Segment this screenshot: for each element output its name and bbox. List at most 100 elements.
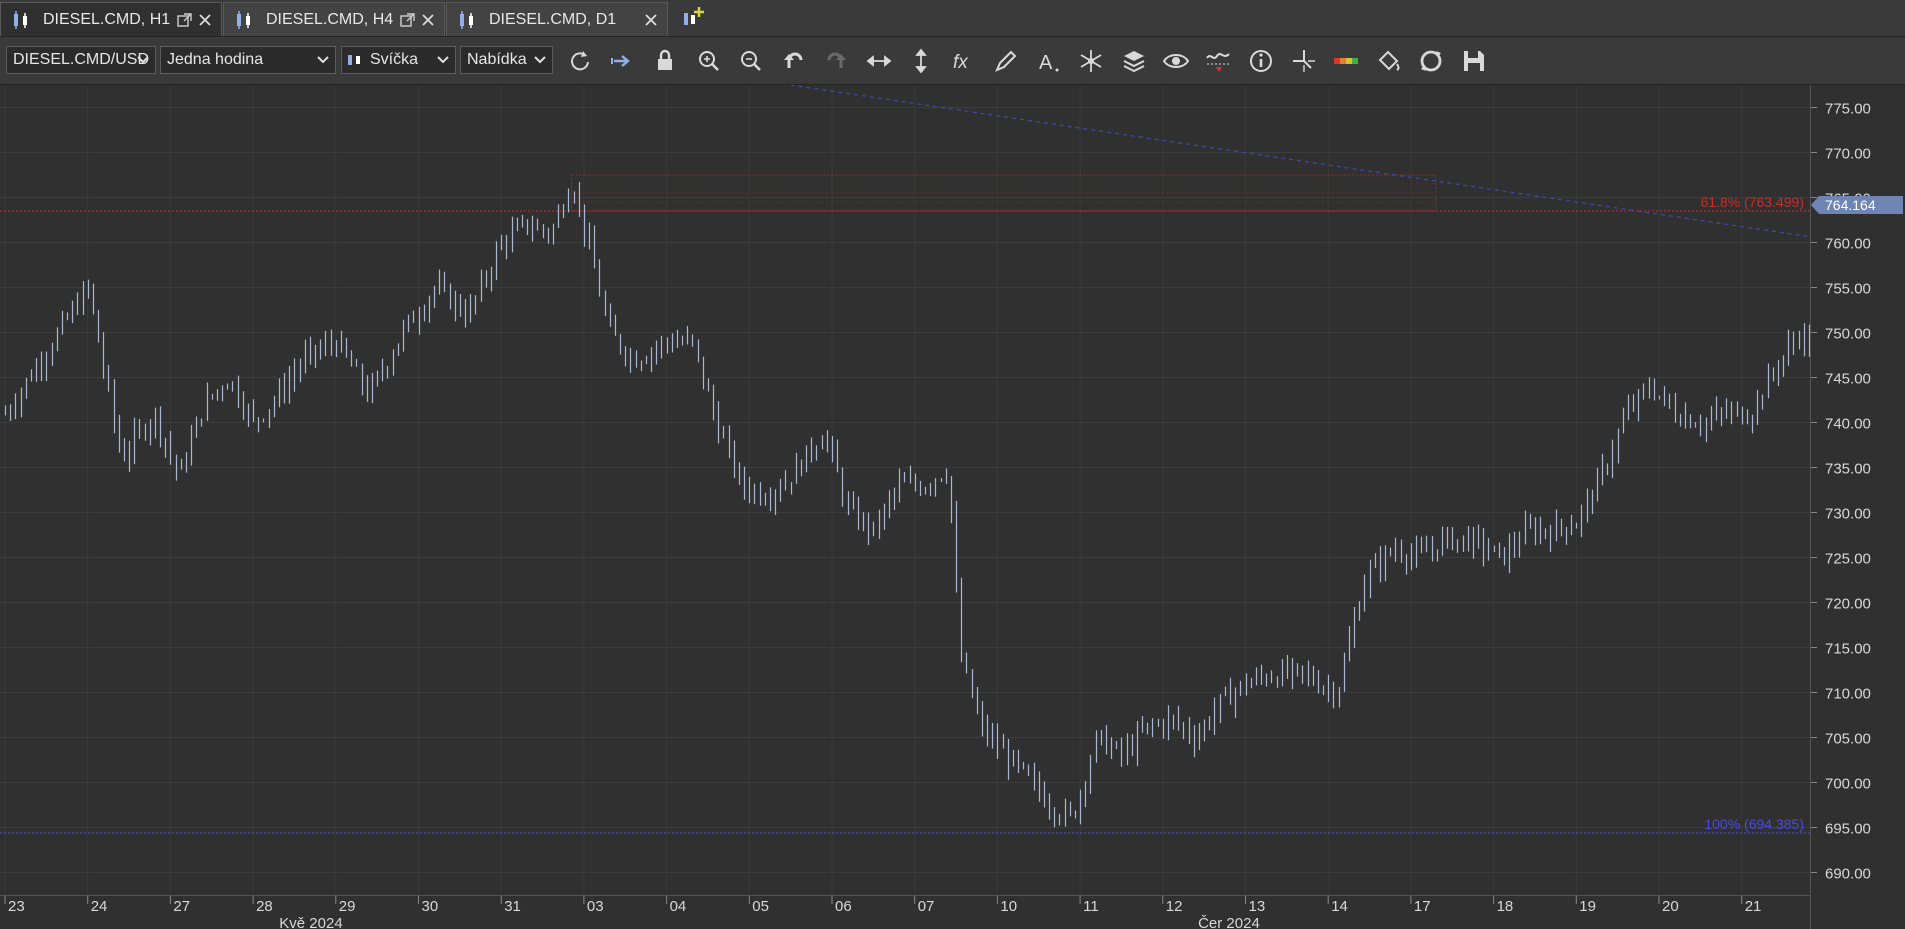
price-tick-label: 690.00 xyxy=(1825,866,1871,883)
price-tick-label: 740.00 xyxy=(1825,416,1871,433)
new-chart-tab-icon[interactable] xyxy=(680,5,706,31)
zoom-in-icon[interactable] xyxy=(694,46,724,76)
info-icon[interactable] xyxy=(1246,46,1276,76)
refresh-icon[interactable] xyxy=(566,46,596,76)
chart-type-select[interactable]: Svíčka xyxy=(341,46,456,74)
lock-icon[interactable] xyxy=(651,46,681,76)
popout-icon[interactable] xyxy=(177,12,193,28)
time-tick-label: 23 xyxy=(8,898,25,915)
fib-100-label: 100% (694.385) xyxy=(1704,816,1804,832)
horizontal-resize-icon[interactable] xyxy=(864,46,894,76)
chevron-down-icon xyxy=(534,56,546,64)
redo-icon[interactable] xyxy=(821,46,851,76)
time-tick-label: 28 xyxy=(256,898,273,915)
time-tick-label: 18 xyxy=(1497,898,1514,915)
signal-icon[interactable] xyxy=(1204,46,1234,76)
price-tick-label: 755.00 xyxy=(1825,281,1871,298)
price-bars xyxy=(4,181,1810,828)
undo-icon[interactable] xyxy=(779,46,809,76)
price-tick-label: 745.00 xyxy=(1825,371,1871,388)
time-tick-label: 05 xyxy=(752,898,769,915)
trend-line xyxy=(790,85,1810,238)
price-tick-label: 775.00 xyxy=(1825,101,1871,118)
chevron-down-icon xyxy=(137,56,149,64)
tab-label: DIESEL.CMD, D1 xyxy=(489,10,617,28)
eye-icon[interactable] xyxy=(1161,46,1191,76)
close-icon[interactable] xyxy=(197,12,213,28)
period-select[interactable]: Jedna hodina xyxy=(160,46,336,74)
text-tool-icon[interactable]: A xyxy=(1034,46,1064,76)
fib-zone-box xyxy=(570,174,1437,212)
chevron-down-icon xyxy=(317,56,329,64)
time-tick-label: 30 xyxy=(422,898,439,915)
current-price-label: 764.164 xyxy=(1825,197,1876,213)
auto-scroll-icon[interactable] xyxy=(609,46,639,76)
instrument-value: DIESEL.CMD/USD xyxy=(13,51,150,68)
price-tick-label: 725.00 xyxy=(1825,551,1871,568)
time-axis[interactable]: 23 24 27 28 29 30 31 03 04 05 06 07 10 11 12 13 14 17 18 19… xyxy=(0,895,1810,929)
indicators-fx-icon[interactable]: fx xyxy=(949,46,979,76)
pattern-icon[interactable] xyxy=(1076,46,1106,76)
price-axis[interactable]: 775.00770.00765.00760.00755.00750.00745.… xyxy=(1810,85,1905,929)
tab-label: DIESEL.CMD, H1 xyxy=(43,10,171,28)
save-icon[interactable] xyxy=(1459,46,1489,76)
chevron-down-icon xyxy=(437,56,449,64)
time-tick-label: 06 xyxy=(835,898,852,915)
popout-icon[interactable] xyxy=(400,12,416,28)
price-tick-label: 715.00 xyxy=(1825,641,1871,658)
time-tick-label: 27 xyxy=(173,898,190,915)
price-tick-label: 705.00 xyxy=(1825,731,1871,748)
time-tick-label: 11 xyxy=(1083,898,1099,915)
candle-chart-icon xyxy=(460,10,473,29)
time-tick-label: 31 xyxy=(504,898,521,915)
candle-type-icon xyxy=(348,55,360,65)
svg-text:A: A xyxy=(1039,52,1053,74)
price-chart[interactable]: 61.8% (763.499) 100% (694.385) xyxy=(0,85,1810,895)
pencil-icon[interactable] xyxy=(991,46,1021,76)
time-tick-label: 07 xyxy=(918,898,935,915)
time-tick-label: 29 xyxy=(339,898,356,915)
fibonacci-zone: 61.8% (763.499) 100% (694.385) xyxy=(0,174,1810,834)
color-bar-icon[interactable] xyxy=(1331,46,1361,76)
price-tick-label: 730.00 xyxy=(1825,506,1871,523)
layers-icon[interactable] xyxy=(1119,46,1149,76)
price-tick-label: 695.00 xyxy=(1825,821,1871,838)
price-tick-label: 720.00 xyxy=(1825,596,1871,613)
time-tick-label: 17 xyxy=(1414,898,1431,915)
offer-side-select[interactable]: Nabídka xyxy=(460,46,553,74)
candle-chart-icon xyxy=(237,10,250,29)
time-tick-label: 12 xyxy=(1166,898,1183,915)
chart-type-value: Svíčka xyxy=(370,51,419,68)
instrument-select[interactable]: DIESEL.CMD/USD xyxy=(6,46,156,74)
time-tick-label: 13 xyxy=(1249,898,1266,915)
sync-icon[interactable] xyxy=(1416,46,1446,76)
vertical-resize-icon[interactable] xyxy=(906,46,936,76)
time-tick-label: 20 xyxy=(1662,898,1679,915)
price-tick-label: 770.00 xyxy=(1825,146,1871,163)
time-tick-label: 24 xyxy=(91,898,108,915)
chart-window: DIESEL.CMD, H1 DIESEL.CMD, H4 DIESEL.CMD… xyxy=(0,0,1905,929)
close-icon[interactable] xyxy=(643,12,659,28)
fib-618-label: 61.8% (763.499) xyxy=(1700,194,1804,210)
zoom-out-icon[interactable] xyxy=(736,46,766,76)
annotations xyxy=(790,85,1810,238)
price-tick-label: 735.00 xyxy=(1825,461,1871,478)
close-icon[interactable] xyxy=(420,12,436,28)
price-tick-label: 700.00 xyxy=(1825,776,1871,793)
svg-text:fx: fx xyxy=(953,52,969,73)
tab-diesel-d1[interactable]: DIESEL.CMD, D1 xyxy=(446,2,668,36)
price-tick-label: 750.00 xyxy=(1825,326,1871,343)
tab-diesel-h1[interactable]: DIESEL.CMD, H1 xyxy=(0,2,222,36)
candle-chart-icon xyxy=(14,10,27,29)
month-label: Kvě 2024 xyxy=(279,915,342,929)
offer-side-value: Nabídka xyxy=(467,51,527,68)
paint-bucket-icon[interactable] xyxy=(1374,46,1404,76)
tab-label: DIESEL.CMD, H4 xyxy=(266,10,394,28)
time-tick-label: 03 xyxy=(587,898,604,915)
time-tick-label: 21 xyxy=(1745,898,1762,915)
tab-diesel-h4[interactable]: DIESEL.CMD, H4 xyxy=(223,2,445,36)
crosshair-icon[interactable] xyxy=(1289,46,1319,76)
time-tick-label: 14 xyxy=(1331,898,1348,915)
time-tick-label: 04 xyxy=(670,898,687,915)
tab-bar: DIESEL.CMD, H1 DIESEL.CMD, H4 DIESEL.CMD… xyxy=(0,0,1905,37)
